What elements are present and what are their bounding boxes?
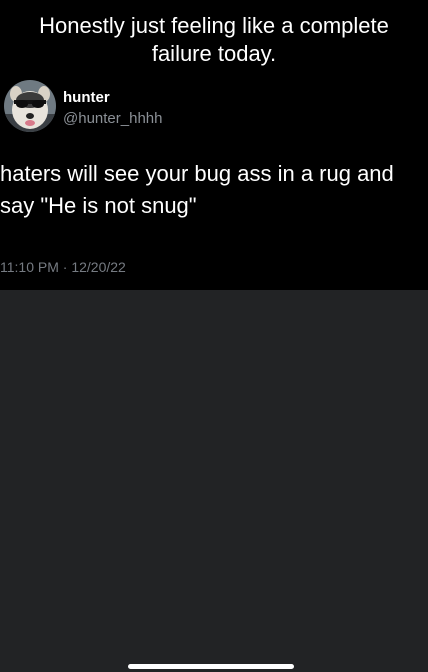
tweet-text: haters will see your bug ass in a rug an… (0, 161, 394, 218)
meme-caption: Honestly just feeling like a complete fa… (39, 13, 389, 66)
meme-panel: Honestly just feeling like a complete fa… (0, 0, 428, 290)
avatar[interactable] (4, 80, 56, 132)
author-name[interactable]: hunter (63, 89, 110, 107)
home-indicator[interactable] (128, 664, 294, 669)
dog-avatar-icon (4, 80, 56, 132)
tweet-timestamp: 11:10 PM · 12/20/22 (0, 259, 126, 275)
author-handle[interactable]: @hunter_hhhh (63, 110, 162, 128)
